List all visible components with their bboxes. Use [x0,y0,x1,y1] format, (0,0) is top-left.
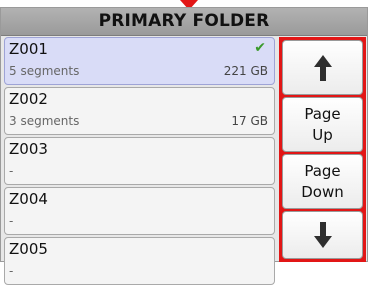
zone-name: Z002 [9,90,48,108]
list-item-z001[interactable]: Z001 ✔ 5 segments 221 GB [4,37,275,85]
up-arrow-icon [313,54,332,81]
scroll-down-button[interactable] [282,211,363,259]
page-down-label: Page Down [301,161,344,201]
checkmark-icon: ✔ [254,40,266,56]
list-item-z003[interactable]: Z003 - [4,137,275,185]
panel-title: PRIMARY FOLDER [1,8,367,36]
zone-name: Z003 [9,140,48,158]
page-up-button[interactable]: Page Up [282,97,363,152]
list-item-z005[interactable]: Z005 - [4,237,275,285]
zone-detail: - [9,164,14,178]
page-down-button[interactable]: Page Down [282,154,363,209]
zone-name: Z005 [9,240,48,258]
zone-detail: 3 segments [9,114,80,128]
zone-detail: - [9,264,14,278]
scroll-up-button[interactable] [282,40,363,95]
zone-size: 17 GB [231,114,268,128]
down-arrow-icon [313,222,332,248]
zone-list: Z001 ✔ 5 segments 221 GB Z002 3 segments… [4,37,275,287]
zone-detail: - [9,214,14,228]
zone-name: Z001 [9,40,48,58]
zone-size: 221 GB [223,64,268,78]
zone-detail: 5 segments [9,64,80,78]
list-item-z004[interactable]: Z004 - [4,187,275,235]
primary-folder-panel: PRIMARY FOLDER Z001 ✔ 5 segments 221 GB … [0,7,368,285]
navigation-buttons-highlight: Page Up Page Down [279,37,366,262]
page-up-label: Page Up [304,104,341,144]
list-item-z002[interactable]: Z002 3 segments 17 GB [4,87,275,135]
zone-name: Z004 [9,190,48,208]
